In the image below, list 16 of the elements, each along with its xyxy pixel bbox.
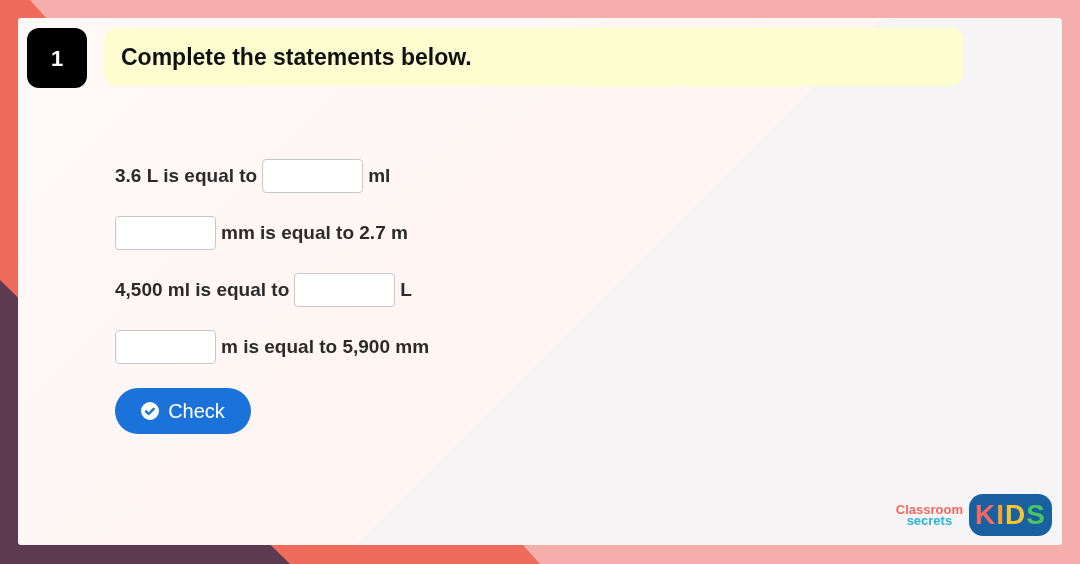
statement-text: ml	[368, 163, 391, 188]
answer-field[interactable]	[262, 159, 364, 193]
answer-field[interactable]	[294, 273, 396, 307]
question-number: 1	[27, 28, 87, 88]
question-title: Complete the statements below.	[104, 28, 963, 86]
answer-field[interactable]	[115, 216, 216, 250]
statement-text: m is equal to 5,900 mm	[221, 334, 430, 359]
check-circle-icon	[141, 402, 160, 420]
statement-text: mm is equal to 2.7 m	[221, 220, 408, 245]
statement-text: 4,500 ml is equal to	[115, 277, 290, 302]
statement-text: 3.6 L is equal to	[115, 163, 258, 188]
kids-logo: KIDS	[969, 494, 1052, 536]
classroom-secrets-logo: Classroom secrets	[895, 504, 963, 526]
check-button[interactable]: Check	[115, 388, 251, 434]
statement-text: L	[400, 277, 412, 302]
answer-field[interactable]	[115, 330, 216, 364]
